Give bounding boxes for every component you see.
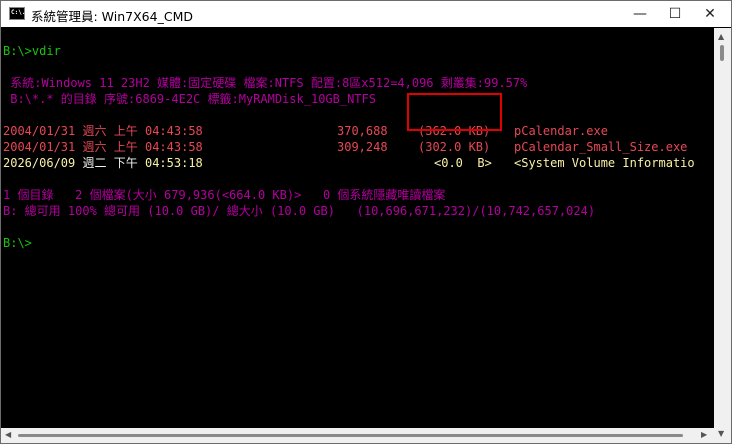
window-title: 系統管理員: Win7X64_CMD xyxy=(31,9,193,24)
scroll-up-icon[interactable]: ▲ xyxy=(718,32,724,41)
file-ampm: 上午 xyxy=(113,124,138,138)
close-button[interactable]: ✕ xyxy=(693,1,727,27)
vertical-scroll-thumb[interactable] xyxy=(720,45,724,61)
scroll-left-icon[interactable]: ◀ xyxy=(5,430,11,439)
cmd-icon-label: C:\. xyxy=(11,9,26,16)
console-output[interactable]: B:\>vdir 系統:Windows 11 23H2 媒體:固定硬碟 檔案:N… xyxy=(1,28,714,428)
file-date: 2004/01/31 xyxy=(3,140,76,154)
prompt-command: B:\>vdir xyxy=(3,44,61,58)
file-time: 04:43:58 xyxy=(144,140,203,154)
directory-info-line: B:\*.* 的目錄 序號:6869-4E2C 標籤:MyRAMDisk_10G… xyxy=(3,92,376,106)
horizontal-scrollbar[interactable]: ◀ ▶ xyxy=(1,428,714,443)
file-day: 週六 xyxy=(82,140,107,154)
system-info-line: 系統:Windows 11 23H2 媒體:固定硬碟 檔案:NTFS 配置:8區… xyxy=(3,76,528,90)
size-highlight-box xyxy=(407,93,502,131)
cmd-icon[interactable]: C:\. xyxy=(9,7,25,20)
horizontal-scroll-thumb[interactable] xyxy=(18,434,683,437)
minimize-button[interactable]: — xyxy=(623,1,657,27)
command-line: B:\>vdir xyxy=(3,43,61,59)
scroll-right-icon[interactable]: ▶ xyxy=(701,430,707,439)
file-day: 週六 xyxy=(82,124,107,138)
file-size: 309,248 xyxy=(337,140,388,154)
scroll-down-icon[interactable]: ▼ xyxy=(718,429,724,438)
file-row: 2004/01/31 週六 上午 04:43:58 370,688 (362.0 K… xyxy=(3,123,608,139)
console-window: C:\. 系統管理員: Win7X64_CMD — ☐ ✕ B:\>vdir 系… xyxy=(0,0,732,444)
file-size-kb: <0.0 B> xyxy=(434,156,492,170)
file-name: <System Volume Informatio xyxy=(514,156,695,170)
file-ampm: 下午 xyxy=(113,156,138,170)
file-date: 2026/06/09 xyxy=(3,156,76,170)
file-ampm: 上午 xyxy=(113,140,138,154)
file-row: 2004/01/31 週六 上午 04:43:58 309,248 (302.0 K… xyxy=(3,139,687,155)
file-row: 2026/06/09 週二 下午 04:53:18 <0.0 B> <System … xyxy=(3,155,695,171)
prompt-line: B:\> xyxy=(3,236,32,250)
file-name: pCalendar_Small_Size.exe xyxy=(514,140,688,154)
file-date: 2004/01/31 xyxy=(3,124,76,138)
file-size-kb: (302.0 KB) xyxy=(418,140,491,154)
title-bar[interactable]: C:\. 系統管理員: Win7X64_CMD — ☐ ✕ xyxy=(1,1,731,27)
file-time: 04:53:18 xyxy=(144,156,203,170)
file-name: pCalendar.exe xyxy=(514,124,608,138)
file-size: 370,688 xyxy=(337,124,388,138)
summary-space-line: B: 總可用 100% 總可用 (10.0 GB)/ 總大小 (10.0 GB)… xyxy=(3,204,596,218)
maximize-button[interactable]: ☐ xyxy=(658,1,692,27)
file-day: 週二 xyxy=(82,156,107,170)
file-time: 04:43:58 xyxy=(144,124,203,138)
summary-files-line: 1 個目錄 2 個檔案(大小 679,936(<664.0 KB)> 0 個系統… xyxy=(3,188,446,202)
vertical-scrollbar[interactable]: ▲ ▼ xyxy=(714,28,731,443)
